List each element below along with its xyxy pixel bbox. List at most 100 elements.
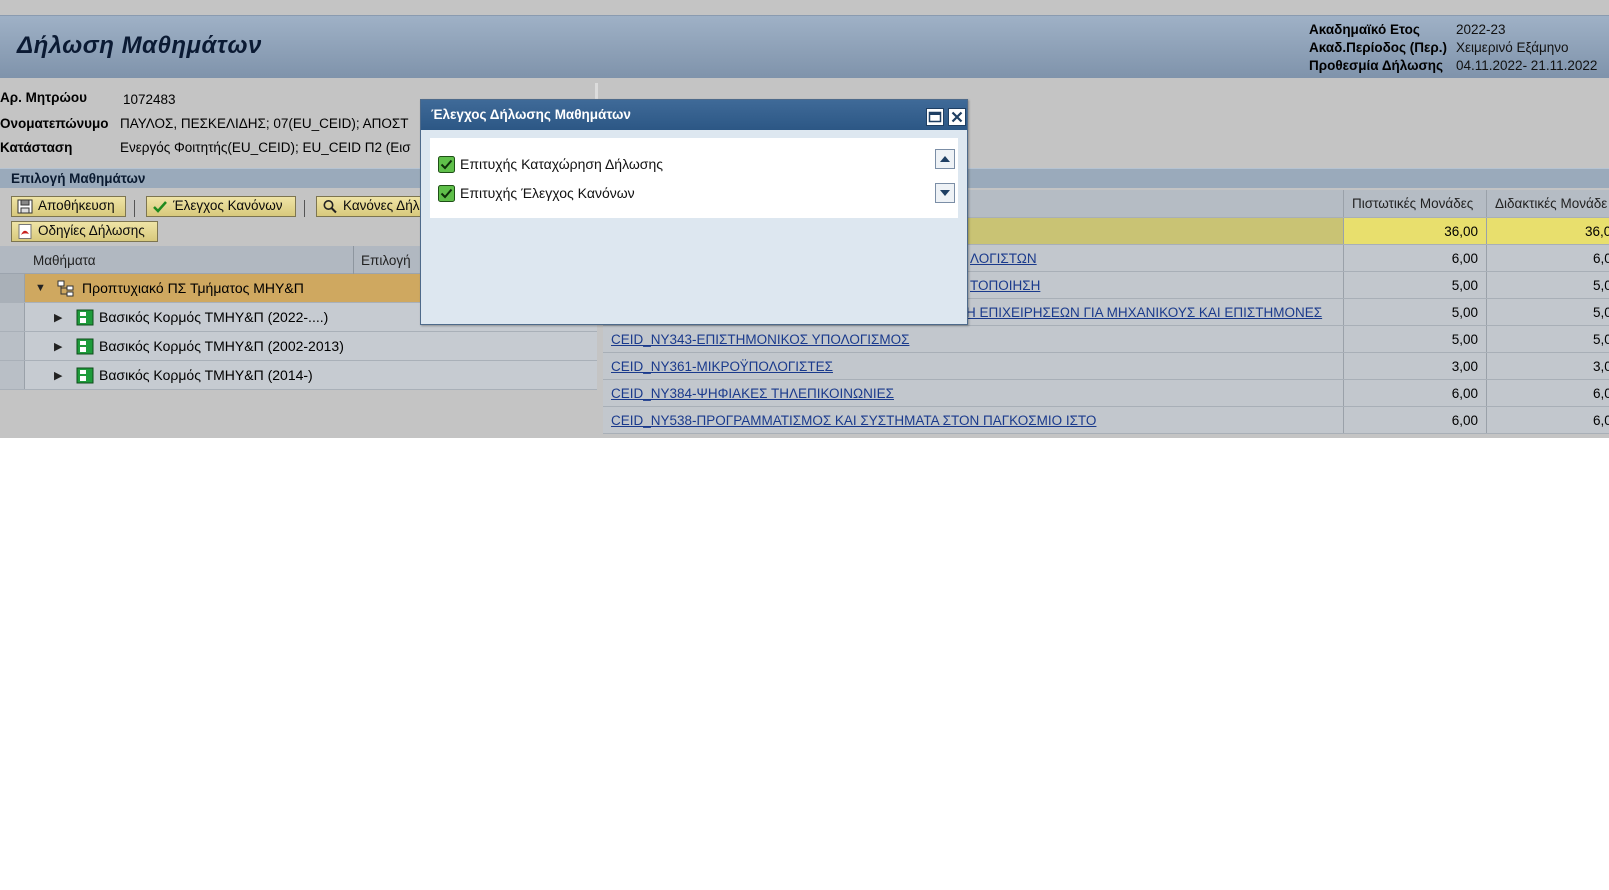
selection-column-header[interactable]: Επιλογή [361,253,411,268]
instructions-button[interactable]: Οδηγίες Δήλωσης [11,221,158,242]
course-credits: 6,00 [1451,413,1478,428]
deadline-value: 04.11.2022- 21.11.2022 [1456,58,1598,73]
registration-number-value: 1072483 [123,92,176,107]
checkbox-success-icon [438,185,455,202]
validation-dialog: Έλεγχος Δήλωσης Μαθημάτων Επιτυχής Καταχ… [420,99,968,325]
expand-arrow-icon[interactable]: ▶ [54,369,62,382]
scroll-up-button[interactable] [935,149,955,169]
message-text: Επιτυχής Καταχώρηση Δήλωσης [460,156,663,172]
dialog-message-area: Επιτυχής Καταχώρηση Δήλωσης Επιτυχής Έλε… [430,138,958,218]
course-link[interactable]: ΤΟΠΟΙΗΣΗ [970,278,1040,293]
check-icon [153,201,167,213]
course-teaching-units: 5,0 [1593,278,1609,293]
deadline-row: Προθεσμία Δήλωσης 04.11.2022- 21.11.2022 [1309,58,1597,73]
column-resizer[interactable] [353,246,354,274]
course-module-icon [76,309,94,326]
course-teaching-units: 6,0 [1593,386,1609,401]
total-credits: 36,00 [1444,224,1478,239]
course-link[interactable]: Η ΕΠΙΧΕΙΡΗΣΕΩΝ ΓΙΑ ΜΗΧΑΝΙΚΟΥΣ ΚΑΙ ΕΠΙΣΤΗ… [966,305,1322,320]
tree-child-label: Βασικός Κορμός ΤΜΗΥ&Π (2014-) [99,367,313,383]
course-credits: 5,00 [1451,332,1478,347]
course-selection-title: Επιλογή Μαθημάτων [11,171,146,186]
course-teaching-units: 6,0 [1593,251,1609,266]
registration-number-label: Αρ. Μητρώου [0,90,87,105]
floppy-icon [17,199,33,214]
academic-period-value: Χειμερινό Εξάμηνο [1456,40,1569,55]
course-teaching-units: 6,0 [1593,413,1609,428]
course-credits: 5,00 [1451,305,1478,320]
page-title: Δήλωση Μαθημάτων [17,32,262,59]
tree-child-label: Βασικός Κορμός ΤΜΗΥ&Π (2022-....) [99,309,329,325]
course-credits: 3,00 [1451,359,1478,374]
check-rules-button-label: Έλεγχος Κανόνων [173,198,283,213]
expand-arrow-icon[interactable]: ▶ [54,311,62,324]
course-credits: 6,00 [1451,251,1478,266]
teaching-units-column-header[interactable]: Διδακτικές Μονάδε [1495,196,1607,211]
table-row: CEID_NY538-ΠΡΟΓΡΑΜΜΑΤΙΣΜΟΣ ΚΑΙ ΣΥΣΤΗΜΑΤΑ… [603,407,1609,434]
row-selector[interactable] [0,274,25,302]
close-icon [951,111,963,123]
save-button-label: Αποθήκευση [38,198,115,213]
status-value: Ενεργός Φοιτητής(EU_CEID); EU_CEID Π2 (Ε… [120,140,411,155]
deadline-label: Προθεσμία Δήλωσης [1309,58,1444,73]
pdf-icon [18,224,32,239]
app-background: Δήλωση Μαθημάτων Ακαδημαϊκό Ετος 2022-23 … [0,0,1609,438]
page-header: Δήλωση Μαθημάτων Ακαδημαϊκό Ετος 2022-23 … [0,15,1609,78]
check-rules-button[interactable]: Έλεγχος Κανόνων [146,196,296,217]
magnifier-icon [323,200,337,214]
full-name-value: ΠΑΥΛΟΣ, ΠΕΣΚΕΛΙΔΗΣ; 07(EU_CEID); ΑΠΟΣΤ [120,116,409,131]
status-label: Κατάσταση [0,140,73,155]
close-button[interactable] [948,108,966,126]
message-text: Επιτυχής Έλεγχος Κανόνων [460,185,635,201]
rules-button-label: Κανόνες Δήλ [343,198,420,213]
toolbar-separator [134,200,135,217]
arrow-up-icon [940,156,950,162]
save-button[interactable]: Αποθήκευση [11,196,126,217]
collapse-arrow-icon[interactable]: ▼ [35,282,46,294]
total-teaching-units: 36,0 [1585,224,1609,239]
course-module-icon [76,367,94,384]
full-name-label: Ονοματεπώνυμο [0,116,109,131]
course-link[interactable]: CEID_NY361-ΜΙΚΡΟΫΠΟΛΟΓΙΣΤΕΣ [611,359,833,374]
scroll-down-button[interactable] [935,183,955,203]
course-teaching-units: 5,0 [1593,305,1609,320]
academic-period-label: Ακαδ.Περίοδος (Περ.) [1309,40,1448,55]
table-row: CEID_NY361-ΜΙΚΡΟΫΠΟΛΟΓΙΣΤΕΣ 3,00 3,0 [603,353,1609,380]
checkbox-success-icon [438,156,455,173]
maximize-button[interactable] [926,108,944,126]
credits-column-header[interactable]: Πιστωτικές Μονάδες [1352,196,1473,211]
course-teaching-units: 5,0 [1593,332,1609,347]
academic-year-value: 2022-23 [1456,22,1506,37]
course-link[interactable]: CEID_NY538-ΠΡΟΓΡΑΜΜΑΤΙΣΜΟΣ ΚΑΙ ΣΥΣΤΗΜΑΤΑ… [611,413,1096,428]
rules-button[interactable]: Κανόνες Δήλ [316,196,426,217]
table-row: CEID_NY384-ΨΗΦΙΑΚΕΣ ΤΗΛΕΠΙΚΟΙΝΩΝΙΕΣ 6,00… [603,380,1609,407]
course-link[interactable]: CEID_NY384-ΨΗΦΙΑΚΕΣ ΤΗΛΕΠΙΚΟΙΝΩΝΙΕΣ [611,386,894,401]
course-link[interactable]: ΛΟΓΙΣΤΩΝ [970,251,1037,266]
academic-period-row: Ακαδ.Περίοδος (Περ.) Χειμερινό Εξάμηνο [1309,40,1569,55]
dialog-scrollbar[interactable] [935,149,955,203]
hierarchy-icon [57,280,74,297]
course-credits: 5,00 [1451,278,1478,293]
academic-year-row: Ακαδημαϊκό Ετος 2022-23 [1309,22,1506,37]
maximize-icon [928,111,942,123]
table-row: CEID_NY343-ΕΠΙΣΤΗΜΟΝΙΚΟΣ ΥΠΟΛΟΓΙΣΜΟΣ 5,0… [603,326,1609,353]
expand-arrow-icon[interactable]: ▶ [54,340,62,353]
tree-row-child[interactable]: ▶ Βασικός Κορμός ΤΜΗΥ&Π (2002-2013) [0,332,597,361]
courses-column-header[interactable]: Μαθήματα [33,253,96,268]
row-selector[interactable] [0,303,25,331]
arrow-down-icon [940,190,950,196]
toolbar-separator [304,200,305,217]
course-link[interactable]: CEID_NY343-ΕΠΙΣΤΗΜΟΝΙΚΟΣ ΥΠΟΛΟΓΙΣΜΟΣ [611,332,909,347]
row-selector[interactable] [0,361,25,389]
tree-row-child[interactable]: ▶ Βασικός Κορμός ΤΜΗΥ&Π (2014-) [0,361,597,390]
course-module-icon [76,338,94,355]
tree-child-label: Βασικός Κορμός ΤΜΗΥ&Π (2002-2013) [99,338,344,354]
instructions-button-label: Οδηγίες Δήλωσης [38,223,145,238]
dialog-title-bar[interactable]: Έλεγχος Δήλωσης Μαθημάτων [421,100,967,130]
course-teaching-units: 3,0 [1593,359,1609,374]
academic-year-label: Ακαδημαϊκό Ετος [1309,22,1420,37]
tree-root-label: Προπτυχιακό ΠΣ Τμήματος ΜΗΥ&Π [82,280,304,296]
row-selector[interactable] [0,332,25,360]
dialog-title: Έλεγχος Δήλωσης Μαθημάτων [431,107,631,122]
course-credits: 6,00 [1451,386,1478,401]
